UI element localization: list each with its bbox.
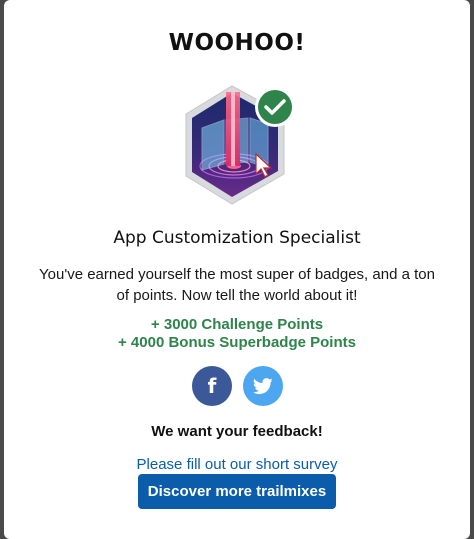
survey-link[interactable]: Please fill out our short survey bbox=[4, 456, 470, 473]
achievement-message: You've earned yourself the most super of… bbox=[39, 266, 435, 304]
facebook-share-button[interactable]: f bbox=[192, 366, 232, 406]
facebook-icon: f bbox=[207, 374, 217, 398]
bonus-points: + 4000 Bonus Superbadge Points bbox=[118, 334, 356, 351]
modal-title: WOOHOO! bbox=[168, 30, 306, 56]
twitter-share-button[interactable] bbox=[243, 366, 283, 406]
twitter-icon bbox=[253, 377, 273, 394]
challenge-points: + 3000 Challenge Points bbox=[150, 316, 324, 333]
badge-name: App Customization Specialist bbox=[113, 228, 361, 248]
discover-trailmixes-button[interactable]: Discover more trailmixes bbox=[138, 474, 336, 509]
superbadge-icon bbox=[185, 85, 295, 205]
achievement-modal: WOOHOO! App Customization Specialist You… bbox=[4, 0, 470, 539]
superbadge-image bbox=[180, 84, 300, 206]
feedback-heading: We want your feedback! bbox=[151, 423, 323, 440]
